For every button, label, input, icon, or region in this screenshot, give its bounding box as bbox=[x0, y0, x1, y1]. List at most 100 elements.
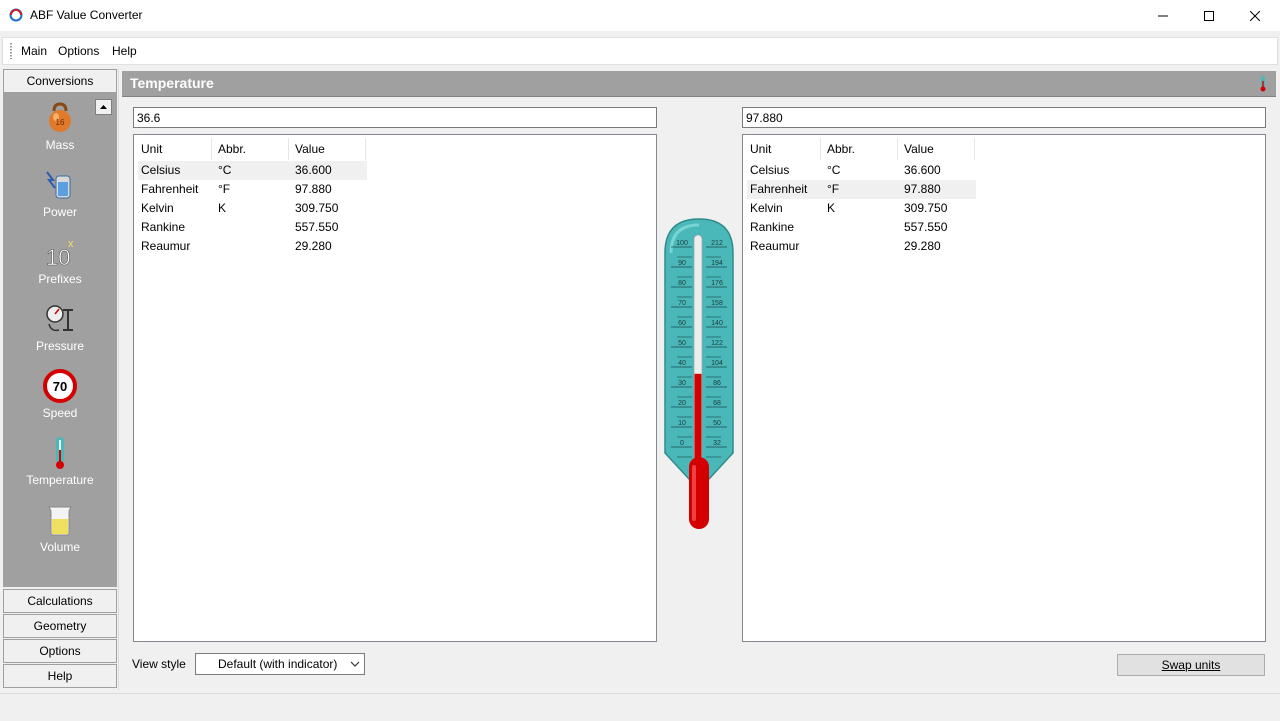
target-unit-list[interactable]: Unit Abbr. Value Celsius °C 36.600 Fahrenhe… bbox=[742, 134, 1266, 642]
maximize-icon bbox=[1204, 10, 1214, 21]
cell-unit: Rankine bbox=[141, 220, 186, 234]
cell-value: 309.750 bbox=[904, 201, 948, 215]
cell-unit: Kelvin bbox=[750, 201, 783, 215]
sidebar-conversions-button[interactable]: Conversions bbox=[3, 69, 117, 93]
cell-abbr: °F bbox=[827, 182, 840, 196]
cell-unit: Kelvin bbox=[141, 201, 174, 215]
table-row[interactable]: Celsius °C 36.600 bbox=[138, 161, 367, 180]
celsius-tick-label: 70 bbox=[678, 300, 686, 307]
status-bar bbox=[0, 693, 1280, 721]
table-row[interactable]: Reaumur 29.280 bbox=[747, 237, 976, 256]
fahrenheit-tick-label: 194 bbox=[711, 260, 723, 267]
swap-units-button[interactable]: Swap units bbox=[1117, 654, 1265, 676]
table-row[interactable]: Celsius °C 36.600 bbox=[747, 161, 976, 180]
menu-main[interactable]: Main bbox=[21, 44, 47, 58]
panel-title: Temperature bbox=[130, 75, 214, 91]
cell-value: 29.280 bbox=[904, 239, 941, 253]
menu-help[interactable]: Help bbox=[112, 44, 137, 58]
splitter[interactable] bbox=[118, 69, 119, 690]
cell-abbr: °F bbox=[218, 182, 231, 196]
sidebar-item-pressure[interactable]: Pressure bbox=[3, 302, 117, 366]
cell-abbr: K bbox=[218, 201, 227, 215]
celsius-tick-label: 80 bbox=[678, 280, 686, 287]
sidebar-item-speed[interactable]: 70 Speed bbox=[3, 369, 117, 433]
speed-limit-sign-icon: 70 bbox=[43, 369, 77, 403]
cell-value: 29.280 bbox=[295, 239, 332, 253]
source-unit-list[interactable]: Unit Abbr. Value Celsius °C 36.600 Fahrenhe… bbox=[133, 134, 657, 642]
thermometer-icon bbox=[56, 437, 64, 469]
celsius-tick-label: 20 bbox=[678, 400, 686, 407]
sidebar-geometry-button[interactable]: Geometry bbox=[3, 614, 117, 638]
sidebar-options-button[interactable]: Options bbox=[3, 639, 117, 663]
table-row[interactable]: Rankine 557.550 bbox=[747, 218, 976, 237]
sidebar-help-button[interactable]: Help bbox=[3, 664, 117, 688]
battery-icon bbox=[46, 171, 71, 199]
maximize-button[interactable] bbox=[1186, 0, 1232, 31]
column-header-value[interactable]: Value bbox=[904, 142, 934, 156]
table-row[interactable]: Fahrenheit °F 97.880 bbox=[138, 180, 367, 199]
sidebar-item-power[interactable]: Power bbox=[3, 168, 117, 232]
sidebar-item-mass[interactable]: 16 Mass bbox=[3, 101, 117, 165]
celsius-tick-label: 60 bbox=[678, 320, 686, 327]
sidebar-item-label: Speed bbox=[42, 406, 78, 420]
fahrenheit-tick-label: 140 bbox=[711, 320, 723, 327]
table-row[interactable]: Reaumur 29.280 bbox=[138, 237, 367, 256]
celsius-tick-label: 50 bbox=[678, 340, 686, 347]
kettlebell-icon: 16 bbox=[49, 102, 71, 132]
celsius-tick-label: 90 bbox=[678, 260, 686, 267]
svg-text:70: 70 bbox=[53, 379, 67, 394]
column-header-abbr[interactable]: Abbr. bbox=[218, 142, 246, 156]
beaker-icon bbox=[48, 506, 72, 536]
power-of-ten-icon: 10 x bbox=[46, 238, 74, 269]
menu-bar: Main Options Help bbox=[2, 37, 1278, 65]
cell-value: 557.550 bbox=[295, 220, 339, 234]
menu-options[interactable]: Options bbox=[58, 44, 99, 58]
cell-unit: Rankine bbox=[750, 220, 795, 234]
sidebar-item-label: Mass bbox=[45, 138, 75, 152]
column-header-value[interactable]: Value bbox=[295, 142, 325, 156]
column-header-unit[interactable]: Unit bbox=[750, 142, 771, 156]
fahrenheit-tick-label: 122 bbox=[711, 340, 723, 347]
chevron-down-icon bbox=[350, 661, 360, 667]
table-row[interactable]: Fahrenheit °F 97.880 bbox=[747, 180, 976, 199]
cell-unit: Reaumur bbox=[750, 239, 800, 253]
cell-value: 36.600 bbox=[295, 163, 332, 177]
column-header-unit[interactable]: Unit bbox=[141, 142, 162, 156]
sidebar-item-prefixes[interactable]: 10 x Prefixes bbox=[3, 235, 117, 299]
close-button[interactable] bbox=[1232, 0, 1278, 31]
toolbar-grip[interactable] bbox=[10, 43, 12, 59]
sidebar-item-label: Pressure bbox=[35, 339, 85, 353]
target-value-input[interactable]: 97.880 bbox=[742, 107, 1266, 128]
panel-header: Temperature bbox=[122, 71, 1276, 97]
table-row[interactable]: Kelvin K 309.750 bbox=[747, 199, 976, 218]
fahrenheit-tick-label: 50 bbox=[713, 420, 721, 427]
swap-units-label: Swap units bbox=[1161, 658, 1221, 672]
column-header-abbr[interactable]: Abbr. bbox=[827, 142, 855, 156]
source-value-input[interactable]: 36.6 bbox=[133, 107, 657, 128]
svg-text:x: x bbox=[68, 238, 74, 250]
main-content: Temperature 36.6 Unit Abbr. Value Celsiu… bbox=[122, 69, 1278, 690]
sidebar-calculations-button[interactable]: Calculations bbox=[3, 589, 117, 613]
celsius-tick-label: 0 bbox=[680, 440, 684, 447]
cell-abbr: °C bbox=[827, 163, 841, 177]
cell-unit: Celsius bbox=[750, 163, 790, 177]
svg-text:10: 10 bbox=[46, 245, 70, 269]
sidebar-item-label: Volume bbox=[39, 540, 81, 554]
table-row[interactable]: Kelvin K 309.750 bbox=[138, 199, 367, 218]
minimize-button[interactable] bbox=[1140, 0, 1186, 31]
sidebar-item-temperature[interactable]: Temperature bbox=[3, 436, 117, 500]
close-icon bbox=[1250, 10, 1260, 21]
table-row[interactable]: Rankine 557.550 bbox=[138, 218, 367, 237]
thermometer-indicator: 1009080706050403020100 21219417615814012… bbox=[664, 218, 734, 529]
fahrenheit-tick-label: 158 bbox=[711, 300, 723, 307]
sidebar-item-volume[interactable]: Volume bbox=[3, 503, 117, 567]
celsius-tick-label: 40 bbox=[678, 360, 686, 367]
view-style-label: View style bbox=[132, 657, 186, 671]
sidebar-item-label: Prefixes bbox=[38, 272, 82, 286]
view-style-select[interactable]: Default (with indicator) bbox=[195, 653, 365, 675]
fahrenheit-tick-label: 212 bbox=[711, 240, 723, 247]
svg-text:16: 16 bbox=[56, 118, 65, 127]
fahrenheit-tick-label: 104 bbox=[711, 360, 723, 367]
app-icon bbox=[9, 8, 23, 22]
cell-value: 309.750 bbox=[295, 201, 339, 215]
